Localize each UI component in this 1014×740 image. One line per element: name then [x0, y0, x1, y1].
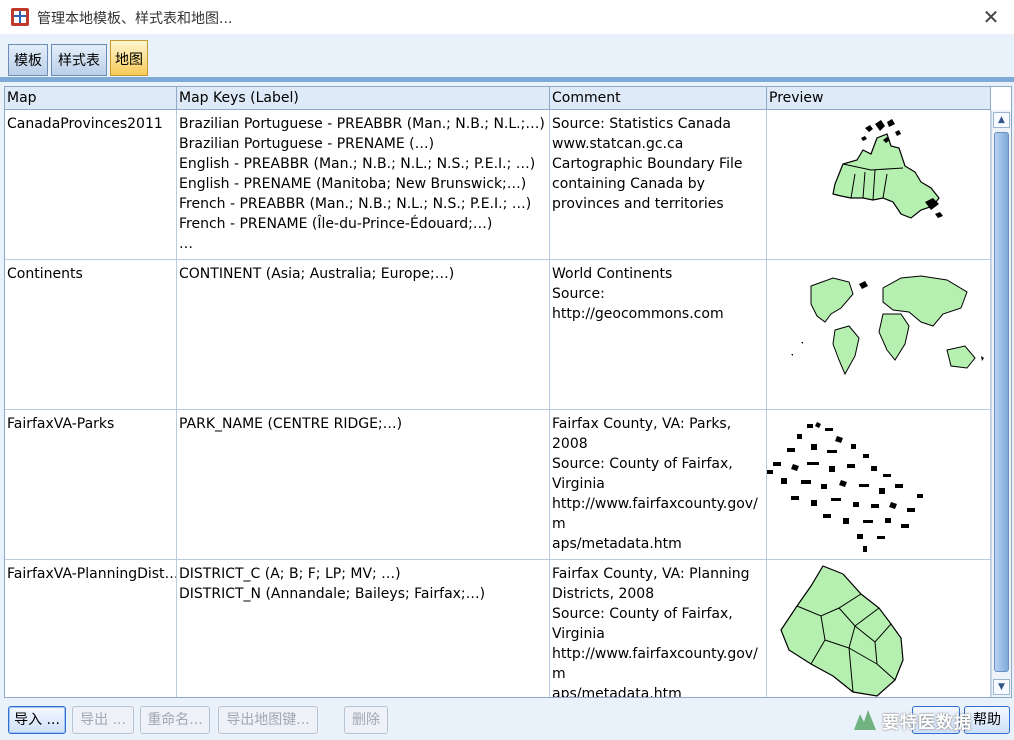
tab-stylesheets[interactable]: 样式表 — [51, 44, 107, 76]
title-bar: 管理本地模板、样式表和地图... ✕ — [0, 0, 1014, 34]
comment-line: Districts, 2008 — [552, 586, 655, 602]
comment-cell: Source: Statistics Canada www.statcan.gc… — [550, 110, 767, 259]
canada-map-thumbnail — [832, 119, 943, 219]
tab-templates[interactable]: 模板 — [8, 44, 48, 76]
column-header-preview[interactable]: Preview — [767, 87, 991, 110]
comment-line: Source: — [552, 286, 605, 302]
maps-table: Map Map Keys (Label) Comment Preview Can… — [4, 86, 1012, 698]
scroll-up-arrow-icon[interactable]: ▲ — [993, 112, 1010, 128]
map-keys-cell: CONTINENT (Asia; Australia; Europe;…) — [177, 260, 550, 409]
comment-line: aps/metadata.htm — [552, 536, 682, 552]
world-map-thumbnail — [791, 275, 984, 376]
vertical-scrollbar[interactable]: ▲ ▼ — [991, 110, 1011, 697]
scroll-down-arrow-icon[interactable]: ▼ — [993, 679, 1010, 695]
comment-line: provinces and territories — [552, 196, 724, 212]
map-key: English - PRENAME (Manitoba; New Brunswi… — [179, 176, 527, 192]
map-keys-cell: DISTRICT_C (A; B; F; LP; MV; …) DISTRICT… — [177, 560, 550, 697]
map-key: CONTINENT (Asia; Australia; Europe;…) — [179, 266, 455, 282]
comment-cell: World Continents Source: http://geocommo… — [550, 260, 767, 409]
map-name-cell: FairfaxVA-PlanningDist… — [5, 560, 177, 697]
table-row[interactable]: FairfaxVA-PlanningDist… DISTRICT_C (A; B… — [5, 560, 991, 698]
comment-line: www.statcan.gc.ca — [552, 136, 684, 152]
comment-line: Source: Statistics Canada — [552, 116, 731, 132]
comment-cell: Fairfax County, VA: Planning Districts, … — [550, 560, 767, 698]
comment-line: Virginia — [552, 476, 605, 492]
app-icon — [11, 8, 29, 26]
watermark: 要特医数据 — [852, 704, 1012, 736]
map-key: PARK_NAME (CENTRE RIDGE;…) — [179, 416, 403, 432]
watermark-text: 要特医数据 — [882, 713, 972, 733]
maps-panel: Map Map Keys (Label) Comment Preview Can… — [0, 82, 1014, 740]
table-row[interactable]: CanadaProvinces2011 Brazilian Portuguese… — [5, 110, 991, 260]
comment-line: http://www.fairfaxcounty.gov/m — [552, 496, 758, 532]
map-key: French - PRENAME (Île-du-Prince-Édouard;… — [179, 216, 493, 232]
comment-line: Source: County of Fairfax, — [552, 606, 733, 622]
map-name-cell: CanadaProvinces2011 — [5, 110, 177, 259]
preview-cell — [767, 110, 991, 259]
comment-line: http://geocommons.com — [552, 306, 724, 322]
preview-cell — [767, 260, 991, 409]
preview-cell — [767, 560, 991, 697]
tab-maps[interactable]: 地图 — [110, 40, 148, 76]
watermark-logo-icon — [854, 710, 876, 730]
map-key: DISTRICT_C (A; B; F; LP; MV; …) — [179, 566, 401, 582]
comment-line: Virginia — [552, 626, 605, 642]
map-name: FairfaxVA-Parks — [7, 416, 115, 432]
map-keys-cell: Brazilian Portuguese - PREABBR (Man.; N.… — [177, 110, 550, 259]
districts-map-thumbnail — [780, 565, 904, 697]
comment-line: Cartographic Boundary File — [552, 156, 743, 172]
comment-line: aps/metadata.htm — [552, 686, 682, 698]
delete-button[interactable]: 删除 — [344, 706, 388, 734]
map-key: French - PREABBR (Man.; N.B.; N.L.; N.S.… — [179, 196, 532, 212]
map-key: English - PREABBR (Man.; N.B.; N.L.; N.S… — [179, 156, 536, 172]
export-map-keys-button[interactable]: 导出地图键... — [218, 706, 318, 734]
map-name: Continents — [7, 266, 83, 282]
tab-bar: 模板 样式表 地图 — [0, 34, 1014, 77]
import-button[interactable]: 导入 ... — [8, 706, 66, 734]
comment-line: Fairfax County, VA: Planning — [552, 566, 750, 582]
rename-button[interactable]: 重命名... — [140, 706, 210, 734]
comment-line: Fairfax County, VA: Parks, — [552, 416, 732, 432]
comment-cell: Fairfax County, VA: Parks, 2008 Source: … — [550, 410, 767, 559]
comment-line: World Continents — [552, 266, 673, 282]
column-header-map[interactable]: Map — [5, 87, 177, 110]
table-row[interactable]: FairfaxVA-Parks PARK_NAME (CENTRE RIDGE;… — [5, 410, 991, 560]
map-key: Brazilian Portuguese - PREABBR (Man.; N.… — [179, 116, 545, 132]
parks-map-thumbnail — [767, 422, 923, 552]
map-name-cell: Continents — [5, 260, 177, 409]
map-key: DISTRICT_N (Annandale; Baileys; Fairfax;… — [179, 586, 486, 602]
comment-line: Source: County of Fairfax, — [552, 456, 733, 472]
map-key: … — [179, 236, 193, 252]
map-keys-cell: PARK_NAME (CENTRE RIDGE;…) — [177, 410, 550, 559]
export-button[interactable]: 导出 ... — [72, 706, 134, 734]
column-header-comment[interactable]: Comment — [550, 87, 767, 110]
scrollbar-thumb[interactable] — [994, 132, 1009, 672]
preview-cell — [767, 410, 991, 559]
close-icon[interactable]: ✕ — [978, 4, 1004, 30]
table-row[interactable]: Continents CONTINENT (Asia; Australia; E… — [5, 260, 991, 410]
comment-line: http://www.fairfaxcounty.gov/m — [552, 646, 758, 682]
column-header-map-keys[interactable]: Map Keys (Label) — [177, 87, 550, 110]
comment-line: 2008 — [552, 436, 588, 452]
map-name-cell: FairfaxVA-Parks — [5, 410, 177, 559]
map-name: FairfaxVA-PlanningDist… — [7, 566, 177, 582]
map-key: Brazilian Portuguese - PRENAME (…) — [179, 136, 435, 152]
window-title: 管理本地模板、样式表和地图... — [37, 11, 233, 27]
map-name: CanadaProvinces2011 — [7, 116, 163, 132]
comment-line: containing Canada by — [552, 176, 705, 192]
